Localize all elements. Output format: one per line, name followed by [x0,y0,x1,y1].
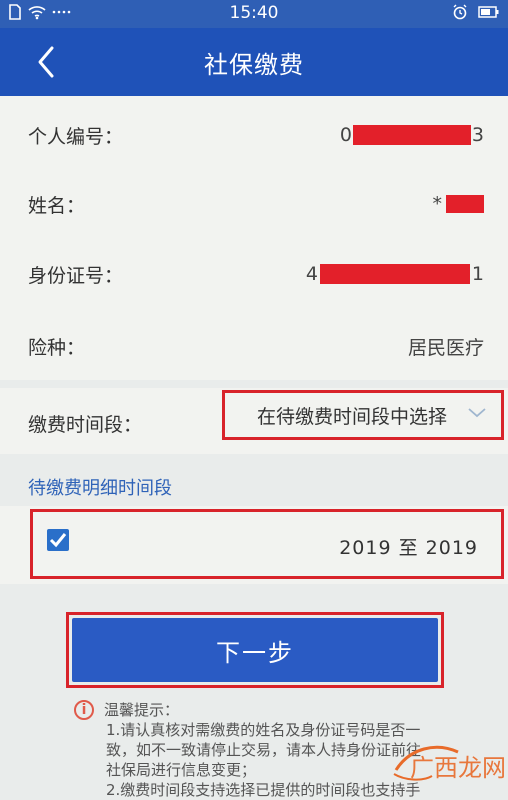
status-bar: 15:40 [0,0,508,28]
id-number-row: 身份证号： 4 1 [0,239,508,309]
battery-icon [478,4,500,24]
status-time: 15:40 [229,3,279,23]
next-button[interactable]: 下一步 [72,618,438,682]
redaction-bar [319,264,470,284]
insurance-type-label: 险种： [28,336,86,359]
id-number-label: 身份证号： [28,264,124,287]
info-icon: i [74,700,94,720]
name-value: * [432,193,484,215]
chevron-down-icon [468,408,486,418]
tips-title: 温馨提示： [104,701,180,719]
personal-number-end: 3 [471,124,484,146]
svg-text:广西龙网: 广西龙网 [410,754,506,782]
period-checkbox[interactable] [46,528,70,556]
header: 社保缴费 [0,28,508,96]
personal-number-label: 个人编号： [28,125,124,148]
name-start: * [432,193,443,215]
payment-period-label: 缴费时间段： [28,414,143,436]
redaction-bar [352,125,471,145]
payment-period-select-value: 在待缴费时间段中选择 [257,405,448,428]
alarm-icon [452,4,468,24]
personal-number-value: 0 3 [340,124,484,146]
payment-period-row: 缴费时间段： 在待缴费时间段中选择 [0,388,508,454]
payment-period-select[interactable]: 在待缴费时间段中选择 [222,390,504,440]
personal-number-start: 0 [339,124,352,146]
id-number-start: 4 [305,263,318,285]
checkbox-checked-icon [47,529,69,551]
page-title: 社保缴费 [204,51,304,79]
detail-section-title: 待缴费明细时间段 [28,478,172,499]
id-number-end: 1 [471,263,484,285]
redaction-bar [446,195,484,213]
personal-number-row: 个人编号： 0 3 [0,100,508,170]
id-number-value: 4 1 [306,263,484,285]
insurance-type-value: 居民医疗 [407,336,484,359]
detail-list: 2019 至 2019 [0,506,508,584]
name-row: 姓名： * [0,169,508,239]
watermark-logo: 广西龙网 [393,745,506,782]
name-label: 姓名： [28,194,86,217]
insurance-type-row: 险种： 居民医疗 [0,311,508,381]
period-range: 2019 至 2019 [339,537,478,559]
info-panel: 个人编号： 0 3 姓名： * 身份证号： 4 1 险种： 居民医疗 [0,96,508,380]
